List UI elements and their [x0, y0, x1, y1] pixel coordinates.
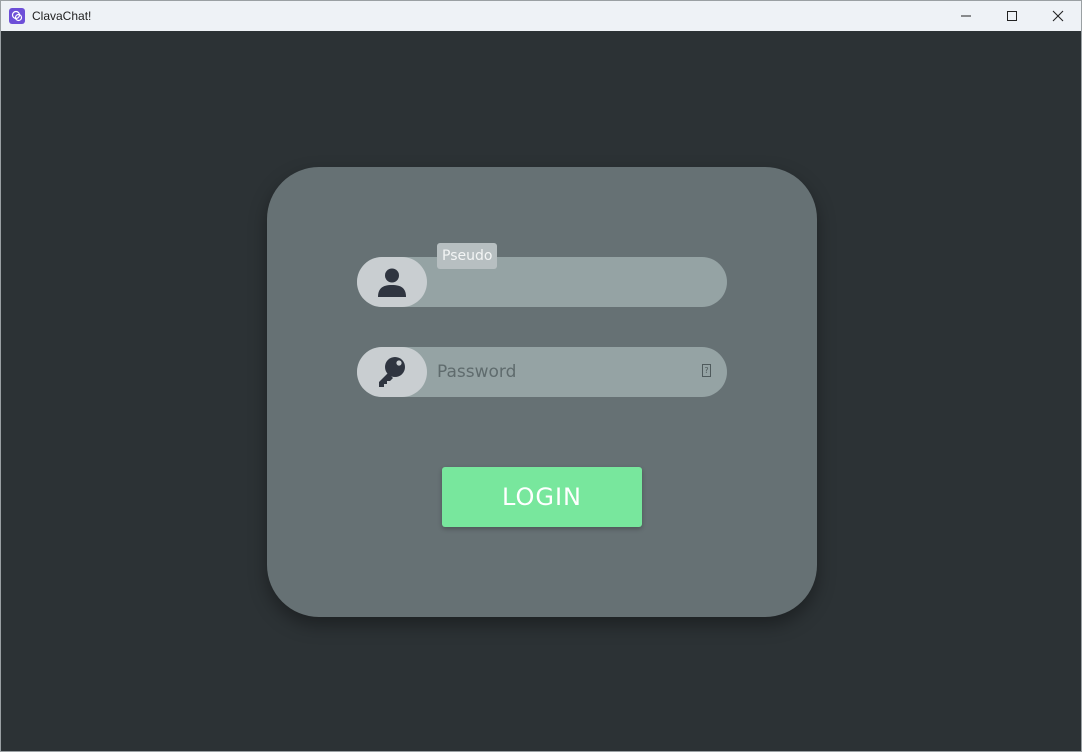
reveal-password-icon[interactable]: ?: [702, 364, 711, 377]
username-floating-label: Pseudo: [437, 243, 498, 269]
user-icon: [357, 257, 427, 307]
close-button[interactable]: [1035, 1, 1081, 31]
minimize-button[interactable]: [943, 1, 989, 31]
maximize-icon: [1007, 11, 1017, 21]
key-icon: [357, 347, 427, 397]
password-input[interactable]: [437, 347, 687, 397]
login-button[interactable]: LOGIN: [442, 467, 642, 527]
title-bar[interactable]: ClavaChat!: [1, 1, 1081, 31]
app-window: ClavaChat! Pseudo ? LOGIN: [0, 0, 1082, 752]
password-field[interactable]: ?: [357, 347, 727, 397]
minimize-icon: [961, 15, 971, 17]
maximize-button[interactable]: [989, 1, 1035, 31]
window-controls: [943, 1, 1081, 31]
login-card: Pseudo ? LOGIN: [267, 167, 817, 617]
window-title: ClavaChat!: [32, 9, 92, 23]
close-icon: [1052, 10, 1064, 22]
app-content: Pseudo ? LOGIN: [1, 31, 1081, 751]
username-field[interactable]: [357, 257, 727, 307]
app-logo-icon: [9, 8, 25, 24]
